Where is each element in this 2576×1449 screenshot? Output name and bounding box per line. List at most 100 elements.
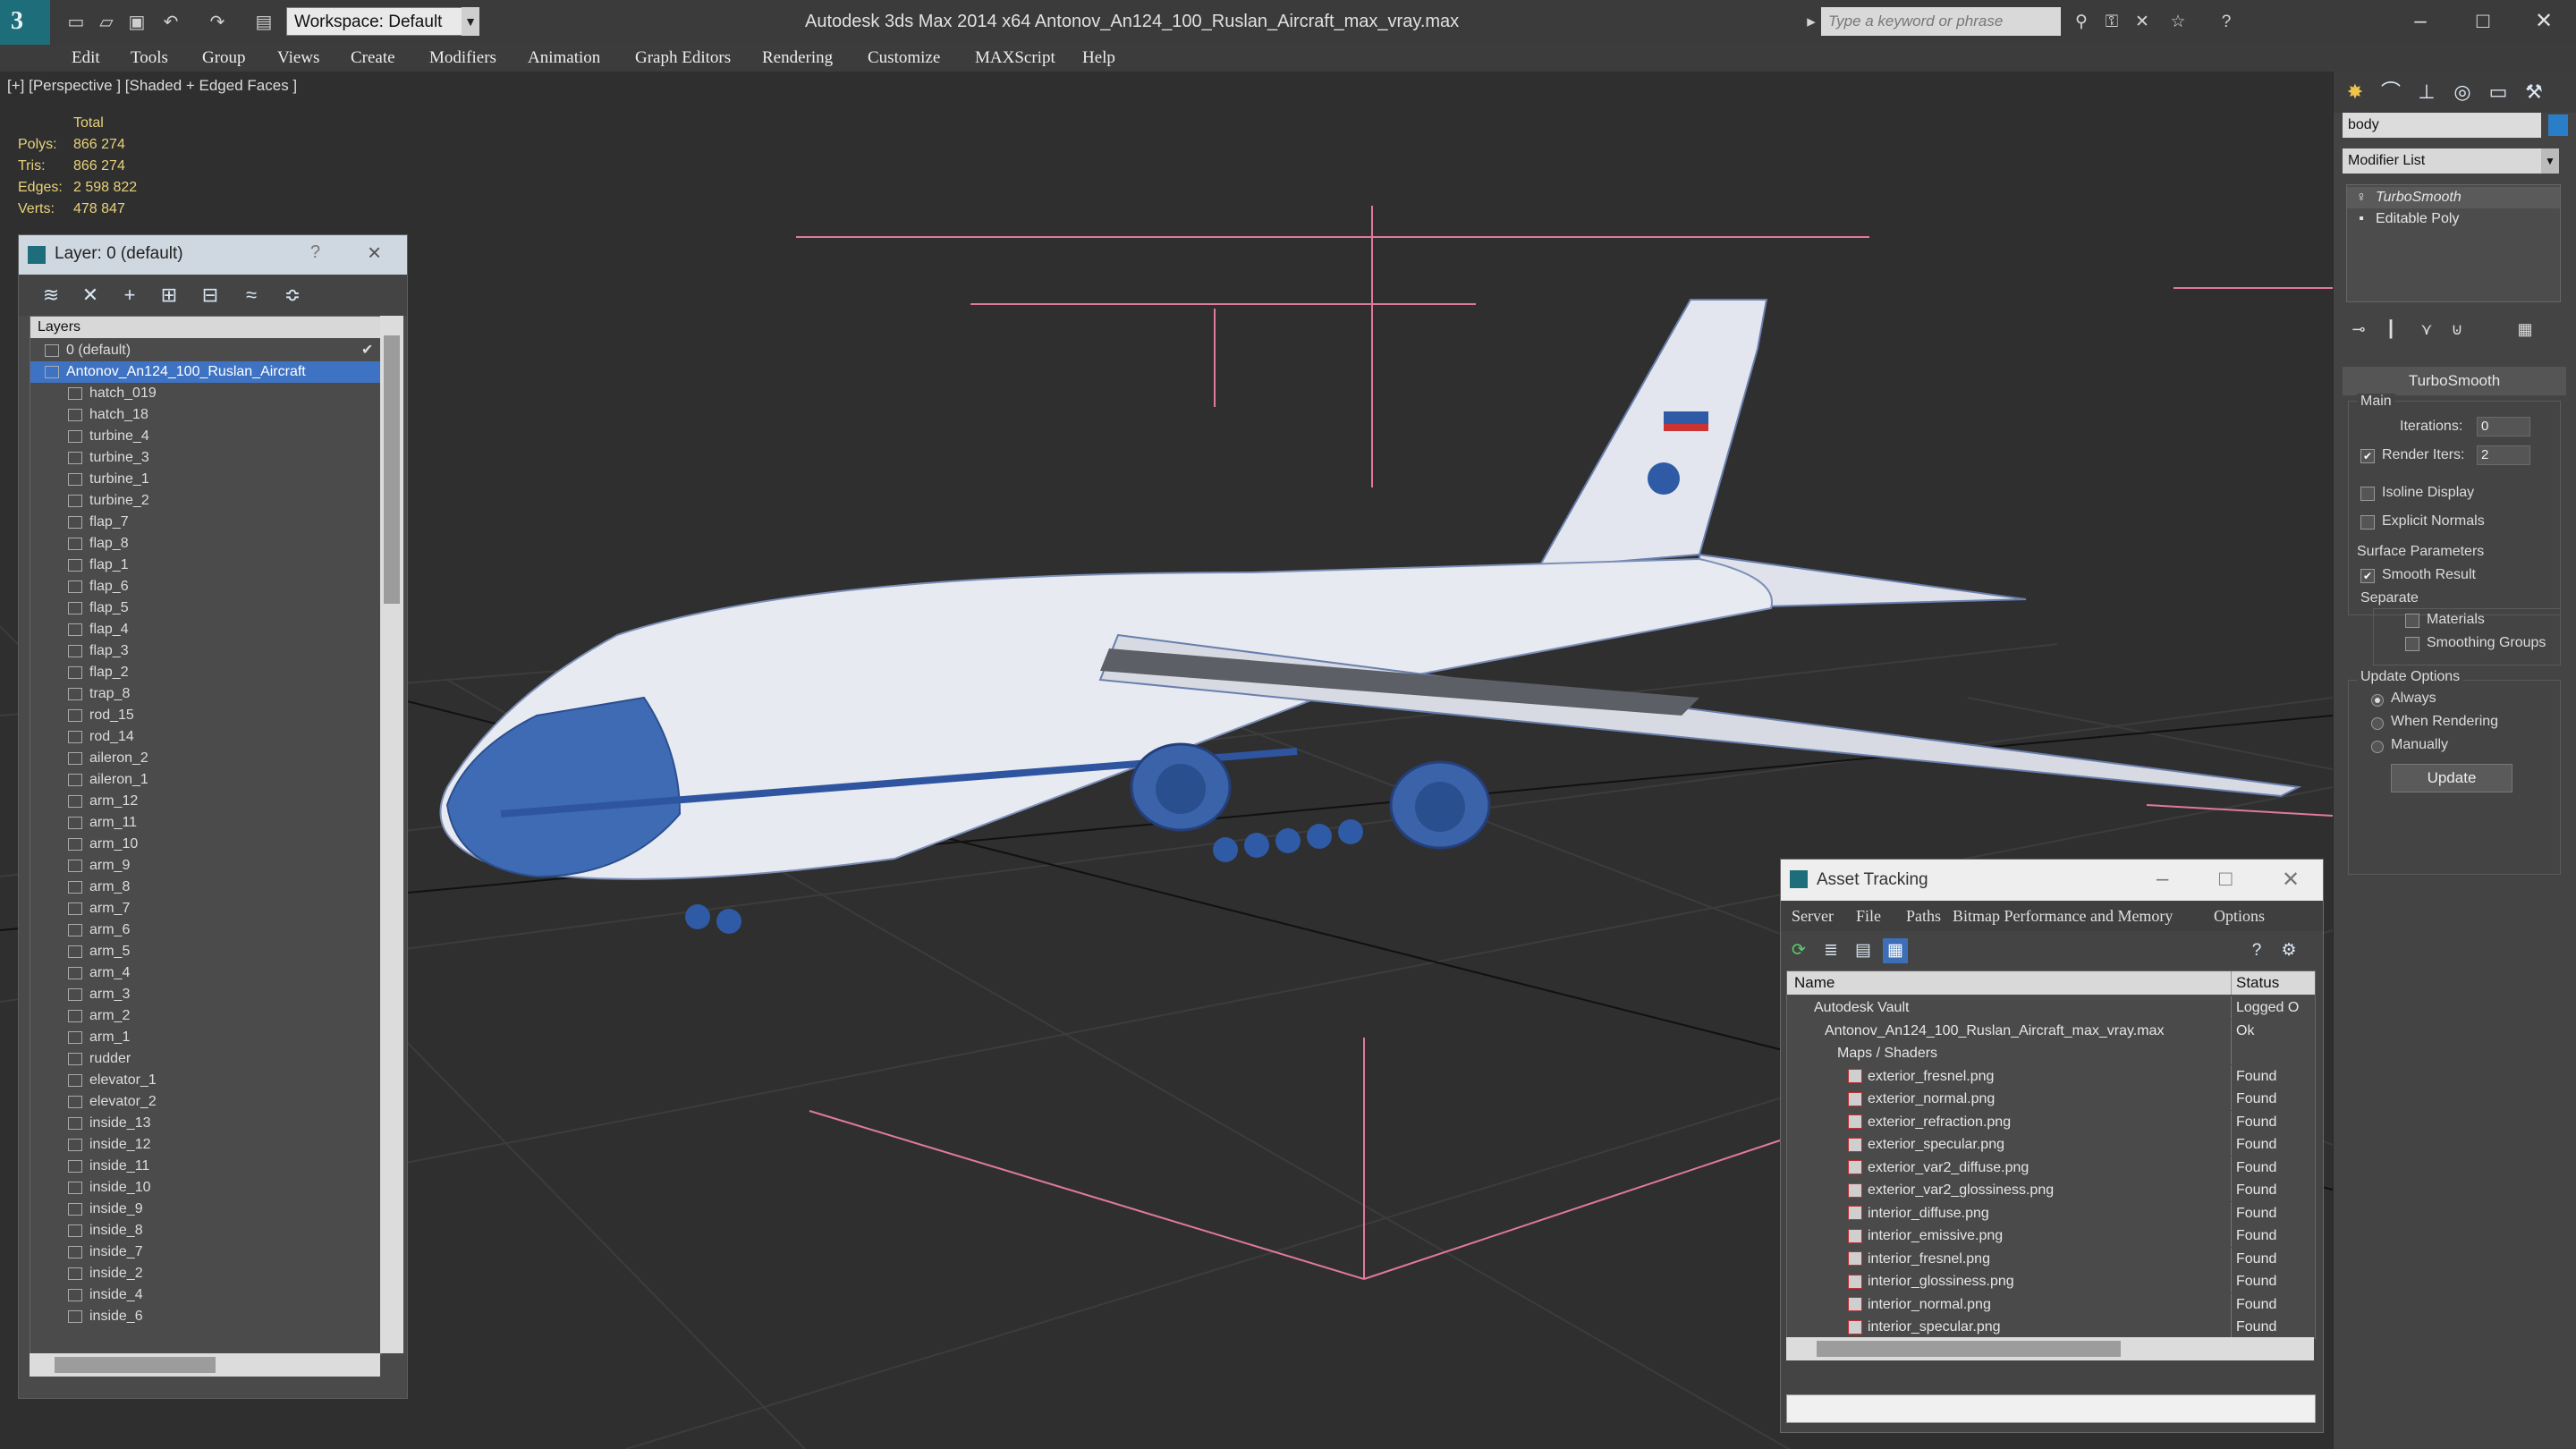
stack-item-editable-poly[interactable]: ▪ Editable Poly (2347, 208, 2560, 230)
layer-object-row[interactable]: hatch_019 (30, 383, 381, 404)
layer-object-row[interactable]: inside_11 (30, 1156, 381, 1177)
layer-object-row[interactable]: elevator_1 (30, 1070, 381, 1091)
layer-object-row[interactable]: flap_3 (30, 640, 381, 662)
utilities-tab-icon[interactable]: ⚒ (2518, 79, 2550, 106)
asset-row[interactable]: interior_glossiness.png Found (1787, 1270, 2315, 1292)
highlight-layer-icon[interactable]: ⊟ (196, 282, 225, 309)
asset-row[interactable]: exterior_refraction.png Found (1787, 1110, 2315, 1133)
freeze-all-icon[interactable]: ≎ (278, 282, 307, 309)
select-objects-icon[interactable]: ⊞ (155, 282, 183, 309)
minimize-icon[interactable]: – (2394, 4, 2447, 39)
modifier-list-dropdown[interactable]: Modifier List (2343, 148, 2557, 174)
subscription-icon[interactable]: ⚿ (2098, 9, 2125, 36)
favorites-star-icon[interactable]: ☆ (2165, 9, 2191, 36)
layer-object-row[interactable]: flap_5 (30, 597, 381, 619)
hierarchy-tab-icon[interactable]: ⊥ (2411, 79, 2443, 106)
layer-object-row[interactable]: flap_6 (30, 576, 381, 597)
layer-object-row[interactable]: turbine_2 (30, 490, 381, 512)
menu-rendering[interactable]: Rendering (762, 45, 833, 72)
menu-tools[interactable]: Tools (131, 45, 168, 72)
create-tab-icon[interactable]: ✸ (2339, 79, 2371, 106)
always-radio[interactable] (2371, 694, 2384, 707)
help-icon[interactable]: ? (310, 242, 320, 263)
layer-object-row[interactable]: aileron_1 (30, 769, 381, 791)
asset-row[interactable]: exterior_normal.png Found (1787, 1088, 2315, 1110)
layer-object-row[interactable]: inside_10 (30, 1177, 381, 1199)
smoothing-groups-checkbox[interactable] (2405, 637, 2419, 651)
menu-maxscript[interactable]: MAXScript (975, 45, 1055, 72)
layer-object-row[interactable]: arm_4 (30, 962, 381, 984)
maximize-icon[interactable]: □ (2219, 867, 2233, 892)
help-icon[interactable]: ? (2213, 9, 2240, 36)
layer-aircraft[interactable]: Antonov_An124_100_Ruslan_Aircraft (30, 361, 381, 383)
layer-settings-icon[interactable]: ≋ (37, 282, 65, 309)
redo-icon[interactable]: ↷ (204, 9, 231, 36)
menu-customize[interactable]: Customize (868, 45, 940, 72)
close-icon[interactable]: × (368, 239, 381, 267)
asset-menu-paths[interactable]: Paths (1906, 901, 1941, 931)
communication-icon[interactable]: ✕ (2129, 9, 2156, 36)
asset-row[interactable]: exterior_fresnel.png Found (1787, 1064, 2315, 1088)
asset-row[interactable]: exterior_specular.png Found (1787, 1133, 2315, 1156)
hide-all-icon[interactable]: ≈ (237, 282, 266, 309)
layer-object-row[interactable]: rod_14 (30, 726, 381, 748)
list-view-icon[interactable]: ≣ (1818, 938, 1843, 963)
layer-default[interactable]: 0 (default) ✔ (30, 340, 381, 361)
render-iters-checkbox[interactable]: ✔ (2360, 449, 2375, 463)
asset-row[interactable]: interior_specular.png Found (1787, 1316, 2315, 1338)
menu-views[interactable]: Views (277, 45, 319, 72)
layer-object-row[interactable]: inside_9 (30, 1199, 381, 1220)
asset-row[interactable]: exterior_var2_glossiness.png Found (1787, 1179, 2315, 1201)
make-unique-icon[interactable]: ⋎ (2414, 317, 2439, 342)
menu-modifiers[interactable]: Modifiers (429, 45, 496, 72)
layer-object-row[interactable]: flap_7 (30, 512, 381, 533)
layer-panel-header[interactable]: Layer: 0 (default) ? × (19, 235, 407, 275)
asset-menu-file[interactable]: File (1856, 901, 1881, 931)
motion-tab-icon[interactable]: ◎ (2446, 79, 2479, 106)
chevron-down-icon[interactable]: ▼ (462, 7, 479, 36)
refresh-icon[interactable]: ⟳ (1786, 938, 1811, 963)
layer-hscroll-thumb[interactable] (55, 1357, 216, 1373)
layer-object-row[interactable]: trap_8 (30, 683, 381, 705)
lightbulb-icon[interactable]: ♀ (2347, 187, 2376, 208)
layer-object-row[interactable]: rudder (30, 1048, 381, 1070)
add-layer-icon[interactable]: + (115, 282, 144, 309)
asset-menu-server[interactable]: Server (1792, 901, 1834, 931)
menu-create[interactable]: Create (351, 45, 395, 72)
undo-icon[interactable]: ↶ (157, 9, 184, 36)
asset-row[interactable]: interior_diffuse.png Found (1787, 1201, 2315, 1224)
name-column-header[interactable]: Name (1794, 971, 1835, 995)
asset-row[interactable]: interior_emissive.png Found (1787, 1224, 2315, 1247)
table-view-icon[interactable]: ▦ (1883, 938, 1908, 963)
layer-object-row[interactable]: inside_12 (30, 1134, 381, 1156)
asset-row[interactable]: interior_normal.png Found (1787, 1292, 2315, 1316)
asset-row[interactable]: Antonov_An124_100_Ruslan_Aircraft_max_vr… (1787, 1019, 2315, 1042)
asset-row[interactable]: Autodesk Vault Logged O (1787, 996, 2315, 1019)
expand-plus-icon[interactable]: ▪ (2347, 208, 2376, 230)
render-iters-spinner[interactable]: 2 (2477, 445, 2530, 465)
app-logo-icon[interactable]: 3 (0, 0, 50, 45)
asset-row[interactable]: interior_fresnel.png Found (1787, 1247, 2315, 1270)
delete-layer-icon[interactable]: ✕ (76, 282, 105, 309)
isoline-display-checkbox[interactable] (2360, 487, 2375, 501)
settings-icon[interactable]: ⚙ (2276, 938, 2301, 963)
turbosmooth-rollout-header[interactable]: TurboSmooth (2343, 367, 2566, 395)
object-color-swatch[interactable] (2548, 114, 2568, 136)
layer-object-row[interactable]: hatch_18 (30, 404, 381, 426)
remove-modifier-icon[interactable]: ⊍ (2445, 317, 2470, 342)
binoculars-icon[interactable]: ⚲ (2068, 9, 2095, 36)
layer-object-row[interactable]: arm_12 (30, 791, 381, 812)
minimize-icon[interactable]: – (2157, 867, 2168, 892)
layer-object-row[interactable]: arm_5 (30, 941, 381, 962)
modify-tab-icon[interactable]: ⌒ (2375, 79, 2407, 106)
layer-object-row[interactable]: inside_6 (30, 1306, 381, 1327)
layer-object-row[interactable]: arm_1 (30, 1027, 381, 1048)
workspace-dropdown[interactable]: Workspace: Default (286, 7, 479, 36)
layer-object-row[interactable]: arm_7 (30, 898, 381, 919)
layer-object-row[interactable]: arm_11 (30, 812, 381, 834)
materials-checkbox[interactable] (2405, 614, 2419, 628)
update-button[interactable]: Update (2391, 764, 2512, 792)
maximize-icon[interactable]: □ (2456, 4, 2510, 39)
viewport-label[interactable]: [+] [Perspective ] [Shaded + Edged Faces… (7, 77, 297, 95)
asset-row[interactable]: Maps / Shaders (1787, 1042, 2315, 1064)
